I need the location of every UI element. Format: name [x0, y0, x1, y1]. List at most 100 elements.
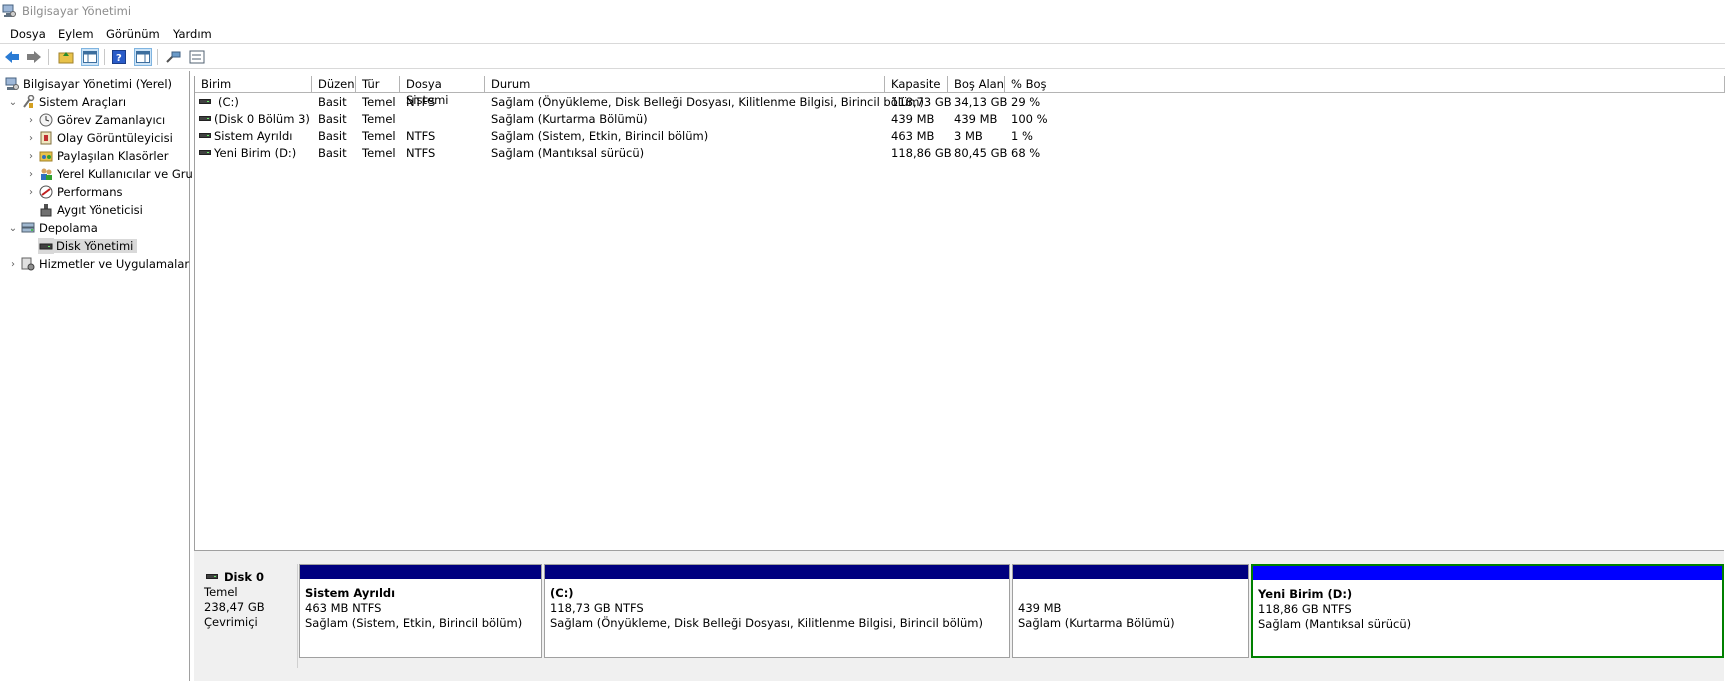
- chevron-right-icon[interactable]: ›: [24, 169, 38, 180]
- partition-size: 439 MB: [1018, 601, 1062, 615]
- volume-icon: [199, 116, 211, 121]
- partition-status: Sağlam (Önyükleme, Disk Belleği Dosyası,…: [550, 616, 983, 630]
- tree-item-services-applications[interactable]: › Hizmetler ve Uygulamalar: [6, 255, 189, 273]
- up-folder-icon[interactable]: [57, 48, 75, 66]
- forward-arrow-icon[interactable]: [25, 48, 43, 66]
- cell-capacity: 118,73 GB: [891, 95, 952, 109]
- performance-icon: [38, 184, 54, 200]
- chevron-right-icon[interactable]: ›: [24, 151, 38, 162]
- partition-recovery[interactable]: 439 MB Sağlam (Kurtarma Bölümü): [1012, 564, 1249, 658]
- tree-item-shared-folders[interactable]: › Paylaşılan Klasörler: [24, 147, 168, 165]
- disk-size: 238,47 GB: [204, 600, 265, 614]
- cell-free: 439 MB: [954, 112, 998, 126]
- title-bar: Bilgisayar Yönetimi: [0, 0, 1725, 22]
- properties-icon[interactable]: [188, 48, 206, 66]
- partition-title: (C:): [550, 586, 574, 600]
- connect-icon[interactable]: [164, 48, 182, 66]
- toolbar: ?: [0, 45, 1725, 69]
- cell-capacity: 118,86 GB: [891, 146, 952, 160]
- storage-icon: [20, 220, 36, 236]
- computer-management-icon: [4, 76, 20, 92]
- column-header-status[interactable]: Durum: [485, 76, 885, 93]
- cell-free: 3 MB: [954, 129, 983, 143]
- cell-status: Sağlam (Mantıksal sürücü): [491, 146, 645, 160]
- disk-name: Disk 0: [206, 570, 264, 584]
- cell-layout: Basit: [318, 112, 347, 126]
- partition-system-reserved[interactable]: Sistem Ayrıldı 463 MB NTFS Sağlam (Siste…: [299, 564, 542, 658]
- column-header-type[interactable]: Tür: [356, 76, 400, 93]
- chevron-down-icon[interactable]: ⌄: [6, 97, 20, 108]
- tree-item-system-tools[interactable]: ⌄ Sistem Araçları: [6, 93, 126, 111]
- cell-free: 34,13 GB: [954, 95, 1008, 109]
- cell-filesystem: NTFS: [406, 146, 436, 160]
- device-manager-icon: [38, 202, 54, 218]
- partition-status: Sağlam (Mantıksal sürücü): [1258, 617, 1412, 631]
- partition-status: Sağlam (Sistem, Etkin, Birincil bölüm): [305, 616, 523, 630]
- menu-action[interactable]: Eylem: [58, 27, 94, 41]
- partition-title: Sistem Ayrıldı: [305, 586, 396, 600]
- help-icon[interactable]: ?: [110, 48, 128, 66]
- tree-item-device-manager[interactable]: Aygıt Yöneticisi: [38, 201, 143, 219]
- shared-folder-icon: [38, 148, 54, 164]
- partition-status: Sağlam (Kurtarma Bölümü): [1018, 616, 1175, 630]
- partition-c[interactable]: (C:) 118,73 GB NTFS Sağlam (Önyükleme, D…: [544, 564, 1010, 658]
- svg-text:?: ?: [116, 53, 122, 64]
- show-hide-tree-icon[interactable]: [81, 48, 99, 66]
- tree-item-local-users[interactable]: › Yerel Kullanıcılar ve Gru: [24, 165, 193, 183]
- table-row[interactable]: (C:): [199, 94, 239, 111]
- column-header-volume[interactable]: Birim: [195, 76, 312, 93]
- cell-status: Sağlam (Kurtarma Bölümü): [491, 112, 648, 126]
- tree-root[interactable]: Bilgisayar Yönetimi (Yerel): [4, 75, 172, 93]
- tree-item-performance[interactable]: › Performans: [24, 183, 122, 201]
- chevron-right-icon[interactable]: ›: [24, 115, 38, 126]
- partition-d[interactable]: Yeni Birim (D:) 118,86 GB NTFS Sağlam (M…: [1251, 564, 1724, 658]
- column-header-capacity[interactable]: Kapasite: [885, 76, 948, 93]
- cell-filesystem: NTFS: [406, 129, 436, 143]
- cell-type: Temel: [362, 95, 396, 109]
- chevron-right-icon[interactable]: ›: [6, 259, 20, 270]
- cell-capacity: 463 MB: [891, 129, 935, 143]
- menu-view[interactable]: Görünüm: [106, 27, 160, 41]
- disk-label[interactable]: Disk 0 Temel 238,47 GB Çevrimiçi: [194, 564, 298, 668]
- cell-percent-free: 29 %: [1011, 95, 1041, 109]
- cell-percent-free: 100 %: [1011, 112, 1048, 126]
- column-header-layout[interactable]: Düzen: [312, 76, 356, 93]
- menu-file[interactable]: Dosya: [10, 27, 46, 41]
- tree-item-event-viewer[interactable]: › Olay Görüntüleyicisi: [24, 129, 173, 147]
- disk-icon: [38, 238, 54, 254]
- cell-type: Temel: [362, 146, 396, 160]
- partition-bar: [1253, 566, 1722, 580]
- chevron-right-icon[interactable]: ›: [24, 187, 38, 198]
- table-row[interactable]: Yeni Birim (D:): [199, 145, 296, 162]
- tree-root-label: Bilgisayar Yönetimi (Yerel): [23, 77, 172, 91]
- chevron-down-icon[interactable]: ⌄: [6, 223, 20, 234]
- console-tree: Bilgisayar Yönetimi (Yerel) ⌄ Sistem Ara…: [0, 71, 193, 681]
- cell-filesystem: NTFS: [406, 95, 436, 109]
- volume-list: Birim Düzen Tür Dosya Sistemi Durum Kapa…: [194, 76, 1725, 550]
- partition-bar: [1013, 565, 1248, 579]
- cell-capacity: 439 MB: [891, 112, 935, 126]
- partition-title: Yeni Birim (D:): [1258, 587, 1353, 601]
- column-header-percent-free[interactable]: % Boş: [1005, 76, 1725, 93]
- back-arrow-icon[interactable]: [3, 48, 21, 66]
- console-pane-icon[interactable]: [134, 48, 152, 66]
- tree-item-disk-management[interactable]: Disk Yönetimi: [38, 237, 138, 255]
- event-viewer-icon: [38, 130, 54, 146]
- cell-layout: Basit: [318, 95, 347, 109]
- partition-bar: [545, 565, 1009, 579]
- chevron-right-icon[interactable]: ›: [24, 133, 38, 144]
- cell-status: Sağlam (Sistem, Etkin, Birincil bölüm): [491, 129, 709, 143]
- cell-percent-free: 1 %: [1011, 129, 1033, 143]
- column-header-filesystem[interactable]: Dosya Sistemi: [400, 76, 485, 107]
- disk-type: Temel: [204, 585, 238, 599]
- menu-help[interactable]: Yardım: [173, 27, 212, 41]
- column-header-free[interactable]: Boş Alan: [948, 76, 1005, 93]
- table-row[interactable]: Sistem Ayrıldı: [199, 128, 292, 145]
- cell-percent-free: 68 %: [1011, 146, 1041, 160]
- volume-icon: [199, 99, 211, 104]
- tools-icon: [20, 94, 36, 110]
- tree-item-task-scheduler[interactable]: › Görev Zamanlayıcı: [24, 111, 165, 129]
- disk-state: Çevrimiçi: [204, 615, 258, 629]
- tree-item-storage[interactable]: ⌄ Depolama: [6, 219, 98, 237]
- table-row[interactable]: (Disk 0 Bölüm 3): [199, 111, 310, 128]
